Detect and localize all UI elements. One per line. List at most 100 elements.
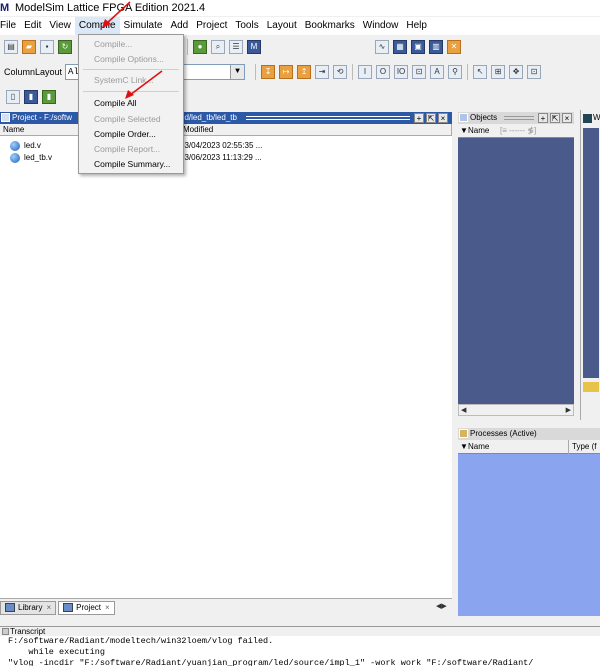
refresh-icon[interactable]: ↻ bbox=[58, 40, 72, 54]
modelsim-logo-icon: M bbox=[0, 2, 10, 14]
wave-pane-body bbox=[583, 128, 599, 378]
scroll-right-icon[interactable]: ▶ bbox=[566, 406, 571, 414]
filter-field-icon[interactable]: [≡ ------ ≸] bbox=[500, 124, 536, 138]
tab-scroll-icon[interactable]: ◀▶ bbox=[436, 602, 447, 610]
new-file-icon[interactable]: ▤ bbox=[4, 40, 18, 54]
pan-icon[interactable]: ✥ bbox=[509, 65, 524, 79]
processes-pane bbox=[458, 452, 600, 616]
wave-pane-icon bbox=[583, 382, 599, 392]
pane-pin-icon[interactable] bbox=[1, 113, 10, 122]
processes-column-header[interactable]: ▼ Name Type (f bbox=[458, 440, 600, 454]
processes-pane-header: Processes (Active) bbox=[458, 428, 600, 440]
scroll-left-icon[interactable]: ◀ bbox=[461, 406, 466, 414]
menu-item-compile-report[interactable]: Compile Report... bbox=[79, 142, 183, 156]
menu-edit[interactable]: Edit bbox=[20, 17, 45, 35]
menu-add[interactable]: Add bbox=[166, 17, 192, 35]
menu-item-compile[interactable]: Compile... bbox=[79, 37, 183, 51]
pane-dock-icon[interactable]: + bbox=[414, 113, 424, 123]
transcript-console[interactable]: F:/software/Radiant/modeltech/win32loem/… bbox=[0, 636, 600, 666]
memory-icon[interactable]: ▥ bbox=[429, 40, 443, 54]
pane-grip[interactable] bbox=[504, 116, 534, 120]
project-pane: Name Modified led.v 03/04/2023 02:55:35 … bbox=[0, 124, 452, 598]
pane-pin-icon[interactable] bbox=[2, 628, 9, 635]
annotation-arrow-icon bbox=[102, 1, 131, 28]
break-icon[interactable]: ✕ bbox=[447, 40, 461, 54]
menu-item-compile-order[interactable]: Compile Order... bbox=[79, 127, 183, 141]
menu-project[interactable]: Project bbox=[192, 17, 231, 35]
sort-icon: ▼ bbox=[460, 126, 468, 135]
pane-dock-icon[interactable]: + bbox=[538, 113, 548, 123]
layout-three-icon[interactable]: ▮ bbox=[42, 90, 56, 104]
schematic-icon[interactable]: ▣ bbox=[411, 40, 425, 54]
modelsim-icon[interactable]: M bbox=[247, 40, 261, 54]
processes-col-name: Name bbox=[468, 442, 490, 451]
objects-pane bbox=[458, 124, 574, 404]
chevron-down-icon[interactable]: ▼ bbox=[230, 65, 245, 79]
filter-icon[interactable]: ⚲ bbox=[448, 65, 463, 79]
annotation-arrow-icon bbox=[125, 70, 163, 99]
menu-window[interactable]: Window bbox=[359, 17, 403, 35]
menu-view[interactable]: View bbox=[45, 17, 75, 35]
close-icon[interactable]: × bbox=[46, 601, 51, 615]
transcript-header: Transcript bbox=[0, 626, 600, 636]
menu-file[interactable]: File bbox=[0, 17, 20, 35]
file-name: led_tb.v bbox=[24, 153, 53, 162]
column-layout-label: ColumnLayout bbox=[4, 67, 63, 77]
menu-item-compile-selected[interactable]: Compile Selected bbox=[79, 112, 183, 126]
pane-grip[interactable] bbox=[246, 116, 410, 120]
step-icon[interactable]: ↧ bbox=[261, 65, 276, 79]
column-header-modified[interactable]: Modified bbox=[180, 124, 452, 136]
restart-icon[interactable]: ⟲ bbox=[333, 65, 348, 79]
inout-icon[interactable]: IO bbox=[394, 65, 409, 79]
step-over-icon[interactable]: ↦ bbox=[279, 65, 294, 79]
find-icon[interactable]: ⌕ bbox=[211, 40, 225, 54]
tab-project[interactable]: Project × bbox=[58, 600, 115, 615]
objects-hscrollbar[interactable]: ◀ ▶ bbox=[458, 404, 574, 416]
menu-help[interactable]: Help bbox=[402, 17, 431, 35]
pane-undock-icon[interactable]: ⇱ bbox=[550, 113, 560, 123]
menu-bookmarks[interactable]: Bookmarks bbox=[301, 17, 359, 35]
menu-layout[interactable]: Layout bbox=[263, 17, 301, 35]
run-icon[interactable]: ● bbox=[193, 40, 207, 54]
project-pane-title: Project - F:/softw bbox=[12, 113, 73, 122]
project-pane-header: Project - F:/softw ed/led_tb/led_tb + ⇱ … bbox=[0, 112, 452, 124]
dataflow-icon[interactable]: ▦ bbox=[393, 40, 407, 54]
save-icon[interactable]: ▪ bbox=[40, 40, 54, 54]
toolbar-divider bbox=[187, 39, 188, 55]
file-name: led.v bbox=[24, 141, 41, 150]
objects-column-header[interactable]: ▼ Name [≡ ------ ≸] bbox=[458, 124, 574, 138]
menu-tools[interactable]: Tools bbox=[231, 17, 262, 35]
pane-undock-icon[interactable]: ⇱ bbox=[426, 113, 436, 123]
pane-title-fragment: W bbox=[593, 113, 600, 122]
tab-project-label: Project bbox=[76, 602, 102, 612]
objects-pane-title: Objects bbox=[470, 113, 498, 122]
internal-icon[interactable]: ⊡ bbox=[412, 65, 427, 79]
list-icon[interactable]: ☰ bbox=[229, 40, 243, 54]
continue-icon[interactable]: ⇥ bbox=[315, 65, 330, 79]
select-cursor-icon[interactable]: ↖ bbox=[473, 65, 488, 79]
transcript-line: "vlog -incdir "F:/software/Radiant/yuanj… bbox=[8, 658, 534, 666]
wave-tool-icon[interactable]: ∿ bbox=[375, 40, 389, 54]
output-icon[interactable]: O bbox=[376, 65, 391, 79]
open-folder-icon[interactable]: ▰ bbox=[22, 40, 36, 54]
zoom-fit-icon[interactable]: ⊡ bbox=[527, 65, 542, 79]
file-row[interactable]: led.v 03/04/2023 02:55:35 ... bbox=[0, 140, 452, 152]
transcript-line: F:/software/Radiant/modeltech/win32loem/… bbox=[8, 636, 274, 646]
layout-one-icon[interactable]: ▯ bbox=[6, 90, 20, 104]
pane-close-icon[interactable]: × bbox=[438, 113, 448, 123]
menu-item-compile-summary[interactable]: Compile Summary... bbox=[79, 157, 183, 171]
project-pane-path: ed/led_tb/led_tb bbox=[180, 113, 237, 122]
verilog-file-icon bbox=[10, 141, 20, 151]
tab-library[interactable]: Library × bbox=[0, 600, 57, 615]
io-icon[interactable]: I bbox=[358, 65, 373, 79]
menu-item-compile-options[interactable]: Compile Options... bbox=[79, 52, 183, 66]
all-signals-icon[interactable]: A bbox=[430, 65, 445, 79]
step-out-icon[interactable]: ↥ bbox=[297, 65, 312, 79]
pane-close-icon[interactable]: × bbox=[562, 113, 572, 123]
pane-icon bbox=[583, 114, 592, 123]
layout-two-icon[interactable]: ▮ bbox=[24, 90, 38, 104]
transcript-title: Transcript bbox=[10, 627, 46, 636]
zoom-icon[interactable]: ⊞ bbox=[491, 65, 506, 79]
close-icon[interactable]: × bbox=[105, 601, 110, 615]
file-row[interactable]: led_tb.v 03/06/2023 11:13:29 ... bbox=[0, 152, 452, 164]
